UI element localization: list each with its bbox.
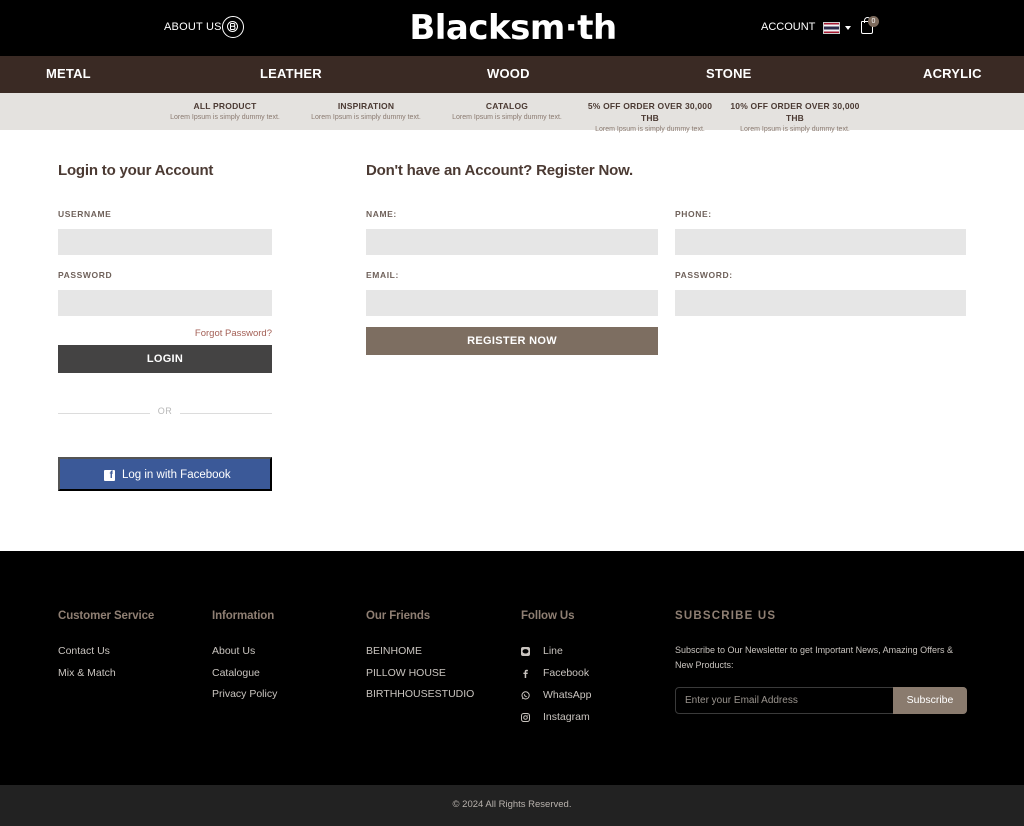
promo-subtitle: Lorem Ipsum is simply dummy text. bbox=[311, 114, 421, 121]
privacy-policy-link[interactable]: Privacy Policy bbox=[212, 688, 277, 700]
promo-bar: ALL PRODUCT Lorem Ipsum is simply dummy … bbox=[0, 93, 1024, 133]
category-nav: METAL LEATHER WOOD STONE ACRYLIC bbox=[0, 56, 1024, 93]
beinhome-link[interactable]: BEINHOME bbox=[366, 645, 422, 657]
catalogue-link[interactable]: Catalogue bbox=[212, 667, 260, 679]
promo-subtitle: Lorem Ipsum is simply dummy text. bbox=[452, 114, 562, 121]
cart-count-badge: 0 bbox=[868, 16, 879, 27]
promo-title: 5% OFF ORDER OVER 30,000 THB bbox=[587, 101, 713, 123]
promo-title: CATALOG bbox=[485, 101, 529, 111]
pillow-house-link[interactable]: PILLOW HOUSE bbox=[366, 667, 446, 679]
category-acrylic[interactable]: ACRYLIC bbox=[923, 66, 982, 81]
line-link[interactable]: Line bbox=[543, 645, 563, 657]
or-text: OR bbox=[157, 406, 173, 416]
top-header: ABOUT US Blacksm·th ACCOUNT 0 bbox=[0, 0, 1024, 56]
facebook-login-label: Log in with Facebook bbox=[122, 469, 231, 481]
thai-flag-icon[interactable] bbox=[823, 22, 840, 34]
register-password-label: PASSWORD: bbox=[675, 270, 733, 280]
footer: Customer Service Contact Us Mix & Match … bbox=[0, 551, 1024, 785]
brand-seal-icon[interactable] bbox=[222, 16, 244, 38]
name-input[interactable] bbox=[367, 230, 657, 254]
instagram-link[interactable]: Instagram bbox=[543, 711, 590, 723]
newsletter-email-input[interactable] bbox=[676, 688, 894, 713]
login-button[interactable]: LOGIN bbox=[58, 345, 272, 373]
login-title: Login to your Account bbox=[58, 162, 214, 179]
username-field[interactable] bbox=[58, 229, 272, 255]
promo-title: INSPIRATION bbox=[337, 101, 395, 111]
account-link[interactable]: ACCOUNT bbox=[761, 21, 815, 33]
name-field[interactable] bbox=[366, 229, 658, 255]
information-title: Information bbox=[212, 610, 275, 622]
username-label: USERNAME bbox=[58, 209, 112, 219]
promo-inspiration[interactable]: INSPIRATION Lorem Ipsum is simply dummy … bbox=[298, 100, 434, 124]
follow-us-title: Follow Us bbox=[521, 610, 575, 622]
promo-10-percent-off[interactable]: 10% OFF ORDER OVER 30,000 THB Lorem Ipsu… bbox=[727, 100, 863, 136]
username-input[interactable] bbox=[59, 230, 271, 254]
or-divider: OR bbox=[58, 406, 272, 420]
register-button[interactable]: REGISTER NOW bbox=[366, 327, 658, 355]
subscribe-title: SUBSCRIBE US bbox=[675, 610, 777, 622]
whatsapp-icon bbox=[521, 691, 530, 700]
email-field[interactable] bbox=[366, 290, 658, 316]
category-leather[interactable]: LEATHER bbox=[260, 66, 322, 81]
register-title: Don't have an Account? Register Now. bbox=[366, 162, 633, 179]
divider-line bbox=[180, 413, 272, 414]
category-wood[interactable]: WOOD bbox=[487, 66, 530, 81]
name-label: NAME: bbox=[366, 209, 397, 219]
phone-input[interactable] bbox=[676, 230, 965, 254]
email-label: EMAIL: bbox=[366, 270, 399, 280]
copyright-bar: © 2024 All Rights Reserved. bbox=[0, 785, 1024, 826]
password-field[interactable] bbox=[58, 290, 272, 316]
password-input[interactable] bbox=[59, 291, 271, 315]
promo-catalog[interactable]: CATALOG Lorem Ipsum is simply dummy text… bbox=[439, 100, 575, 124]
copyright-text: © 2024 All Rights Reserved. bbox=[452, 799, 572, 810]
about-us-link[interactable]: ABOUT US bbox=[164, 21, 222, 33]
register-password-input[interactable] bbox=[676, 291, 965, 315]
brand-logo[interactable]: Blacksm·th bbox=[408, 8, 618, 48]
password-label: PASSWORD bbox=[58, 270, 113, 280]
customer-service-title: Customer Service bbox=[58, 610, 155, 622]
about-us-footer-link[interactable]: About Us bbox=[212, 645, 255, 657]
email-input[interactable] bbox=[367, 291, 657, 315]
whatsapp-link[interactable]: WhatsApp bbox=[543, 689, 591, 701]
phone-field[interactable] bbox=[675, 229, 966, 255]
promo-subtitle: Lorem Ipsum is simply dummy text. bbox=[595, 126, 705, 133]
line-icon bbox=[521, 647, 530, 656]
promo-all-product[interactable]: ALL PRODUCT Lorem Ipsum is simply dummy … bbox=[157, 100, 293, 124]
category-stone[interactable]: STONE bbox=[706, 66, 752, 81]
forgot-password-link[interactable]: Forgot Password? bbox=[120, 328, 272, 339]
promo-5-percent-off[interactable]: 5% OFF ORDER OVER 30,000 THB Lorem Ipsum… bbox=[582, 100, 718, 136]
contact-us-link[interactable]: Contact Us bbox=[58, 645, 110, 657]
chevron-down-icon[interactable] bbox=[845, 26, 851, 30]
subscribe-button[interactable]: Subscribe bbox=[893, 687, 967, 714]
birthhousestudio-link[interactable]: BIRTHHOUSESTUDIO bbox=[366, 688, 474, 700]
mix-match-link[interactable]: Mix & Match bbox=[58, 667, 116, 679]
promo-title: 10% OFF ORDER OVER 30,000 THB bbox=[730, 101, 860, 123]
facebook-login-button[interactable]: f Log in with Facebook bbox=[58, 457, 272, 491]
facebook-icon bbox=[523, 669, 528, 678]
subscribe-description: Subscribe to Our Newsletter to get Impor… bbox=[675, 645, 953, 670]
promo-title: ALL PRODUCT bbox=[193, 101, 257, 111]
subscribe-form: Subscribe bbox=[675, 687, 967, 714]
instagram-icon bbox=[521, 713, 530, 722]
register-password-field[interactable] bbox=[675, 290, 966, 316]
phone-label: PHONE: bbox=[675, 209, 712, 219]
facebook-link[interactable]: Facebook bbox=[543, 667, 589, 679]
category-metal[interactable]: METAL bbox=[46, 66, 91, 81]
promo-subtitle: Lorem Ipsum is simply dummy text. bbox=[170, 114, 280, 121]
facebook-icon: f bbox=[104, 470, 115, 481]
promo-subtitle: Lorem Ipsum is simply dummy text. bbox=[740, 126, 850, 133]
our-friends-title: Our Friends bbox=[366, 610, 431, 622]
